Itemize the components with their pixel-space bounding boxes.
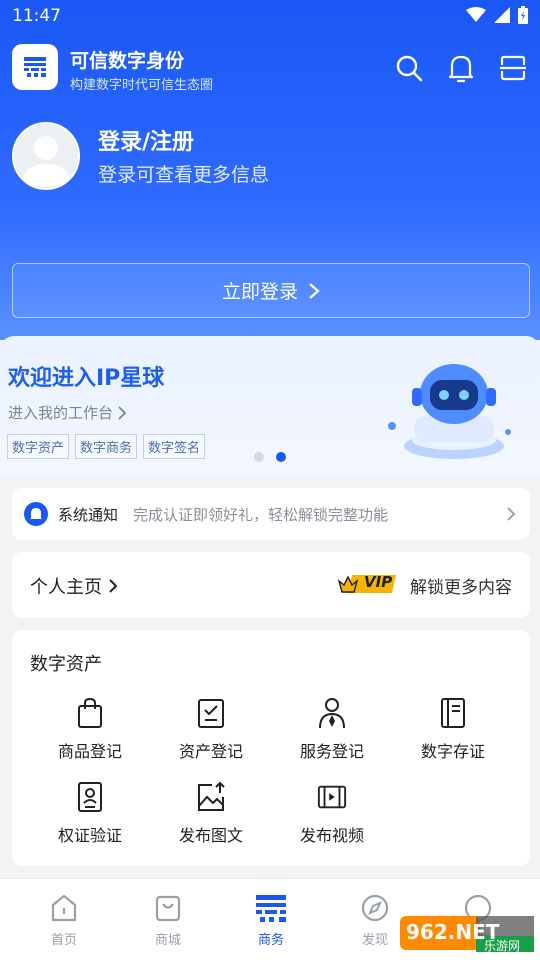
- default-avatar-icon: [22, 136, 70, 186]
- vip-unlock-text[interactable]: 解锁更多内容: [410, 573, 512, 598]
- carousel-dot-active[interactable]: [276, 452, 286, 462]
- notebook-icon: [441, 698, 465, 728]
- hero-header: 11:47 可信数字身份 构建数字时代可信生态圈 登录/注册 登录可查看更多信息…: [0, 0, 540, 340]
- logo-icon: [24, 57, 46, 77]
- notice-bell-icon: [24, 502, 48, 526]
- carousel-dots: [254, 452, 286, 462]
- id-card-icon: [78, 782, 102, 812]
- search-icon: [396, 55, 423, 82]
- login-button[interactable]: 立即登录: [12, 263, 530, 318]
- nav-business[interactable]: 商务: [231, 891, 311, 948]
- watermark-text: 乐游网: [484, 939, 521, 953]
- grid-item-label: 数字存证: [420, 742, 485, 761]
- site-watermark: 962.NET 乐游网: [400, 912, 534, 956]
- nav-home[interactable]: 首页: [24, 891, 104, 948]
- signal-icon: [494, 7, 510, 23]
- checklist-icon: [198, 699, 224, 728]
- login-title[interactable]: 登录/注册: [98, 124, 194, 156]
- chevron-right-icon: [118, 405, 127, 420]
- login-button-label: 立即登录: [221, 281, 298, 303]
- nav-label: 商务: [257, 933, 284, 948]
- app-logo: [12, 44, 58, 90]
- vip-badge[interactable]: VIP: [337, 571, 402, 595]
- scan-button[interactable]: [497, 52, 529, 84]
- publish-image-text-button[interactable]: 发布图文: [151, 780, 271, 850]
- workspace-link[interactable]: 进入我的工作台: [8, 402, 127, 423]
- grid-item-label: 商品登记: [57, 742, 122, 761]
- vip-badge-label: VIP: [364, 573, 393, 591]
- notice-text: 完成认证即领好礼，轻松解锁完整功能: [133, 506, 389, 524]
- digital-assets-card: 数字资产 商品登记 资产登记 服务登记 数字存证 权证验证 发布图文 发布视频: [12, 630, 530, 866]
- scan-icon: [500, 55, 526, 81]
- wifi-icon: [466, 7, 486, 22]
- chevron-right-icon: [309, 282, 320, 299]
- film-icon: [317, 785, 347, 809]
- person-tie-icon: [319, 698, 345, 729]
- notification-button[interactable]: [445, 52, 477, 84]
- avatar[interactable]: [12, 122, 80, 190]
- personal-homepage-link[interactable]: 个人主页: [30, 573, 118, 599]
- chevron-right-icon: [507, 507, 516, 521]
- tag-digital-assets: 数字资产: [7, 434, 70, 459]
- grid-item-label: 发布图文: [178, 826, 243, 845]
- personal-homepage-card[interactable]: 个人主页 VIP 解锁更多内容: [12, 552, 530, 618]
- product-registration-button[interactable]: 商品登记: [30, 696, 150, 766]
- chevron-right-icon: [109, 579, 118, 593]
- personal-homepage-label: 个人主页: [30, 577, 102, 598]
- publish-video-button[interactable]: 发布视频: [272, 780, 392, 850]
- shop-bag-icon: [155, 895, 181, 922]
- bell-icon: [448, 55, 474, 83]
- battery-icon: [518, 6, 528, 24]
- grid-item-label: 发布视频: [299, 826, 364, 845]
- search-button[interactable]: [393, 52, 425, 84]
- certificate-verification-button[interactable]: 权证验证: [30, 780, 150, 850]
- tag-digital-signature: 数字签名: [143, 434, 206, 459]
- robot-mascot-icon: [388, 364, 511, 459]
- service-registration-button[interactable]: 服务登记: [272, 696, 392, 766]
- notice-label: 系统通知: [58, 506, 119, 524]
- status-time: 11:47: [12, 6, 61, 26]
- app-title: 可信数字身份: [70, 50, 185, 72]
- banner-title: 欢迎进入IP星球: [8, 366, 165, 391]
- banner-tags: 数字资产 数字商务 数字签名: [7, 434, 206, 459]
- tag-digital-business: 数字商务: [75, 434, 138, 459]
- grid-item-label: 服务登记: [299, 742, 364, 761]
- system-notice-bar[interactable]: 系统通知 完成认证即领好礼，轻松解锁完整功能: [12, 488, 530, 540]
- banner-carousel[interactable]: 欢迎进入IP星球 进入我的工作台 数字资产 数字商务 数字签名: [0, 336, 540, 476]
- nav-shop[interactable]: 商城: [128, 891, 208, 948]
- grid-item-label: 权证验证: [57, 826, 122, 845]
- compass-icon: [361, 894, 389, 922]
- assets-title: 数字资产: [30, 654, 102, 675]
- nav-label: 首页: [50, 933, 77, 948]
- home-icon: [51, 894, 77, 922]
- grid-item-label: 资产登记: [178, 742, 243, 761]
- nav-label: 商城: [154, 933, 181, 948]
- app-subtitle: 构建数字时代可信生态圈: [70, 78, 214, 93]
- login-subtitle: 登录可查看更多信息: [98, 164, 270, 186]
- bag-icon: [78, 697, 102, 728]
- workspace-link-label: 进入我的工作台: [8, 404, 114, 422]
- asset-registration-button[interactable]: 资产登记: [151, 696, 271, 766]
- carousel-dot[interactable]: [254, 452, 264, 462]
- digital-evidence-button[interactable]: 数字存证: [393, 696, 513, 766]
- status-bar: 11:47: [0, 0, 540, 34]
- business-icon: [256, 895, 286, 922]
- app-header: 可信数字身份 构建数字时代可信生态圈: [12, 44, 529, 93]
- image-upload-icon: [198, 781, 225, 811]
